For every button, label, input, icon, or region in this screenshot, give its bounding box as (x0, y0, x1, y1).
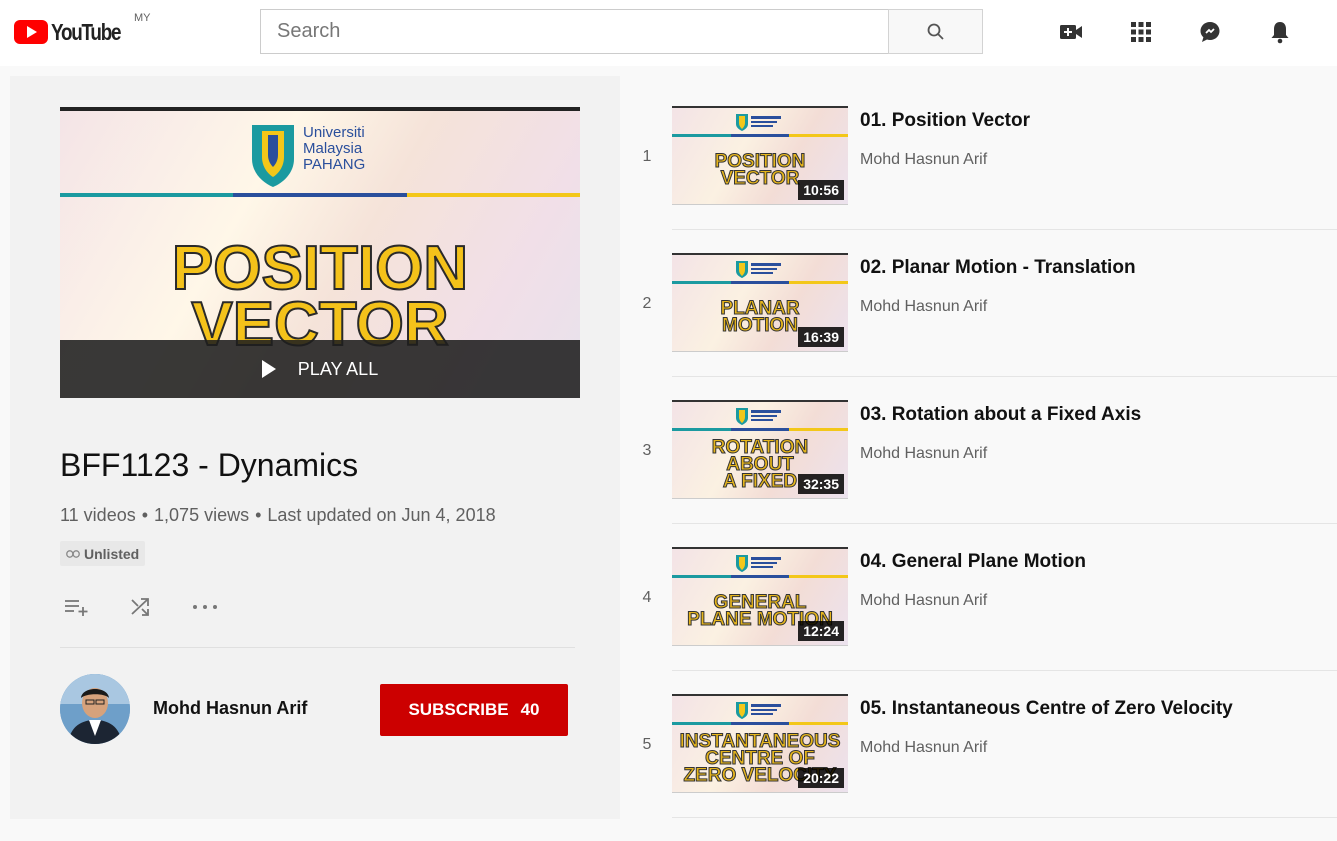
country-code: MY (134, 12, 151, 24)
video-title[interactable]: 02. Planar Motion - Translation (860, 257, 1136, 279)
youtube-logo[interactable]: YouTube (14, 18, 135, 46)
university-name-line: Malaysia (303, 140, 363, 157)
university-name-line: Universiti (303, 124, 365, 141)
video-index: 3 (642, 442, 652, 459)
video-title[interactable]: 05. Instantaneous Centre of Zero Velocit… (860, 698, 1233, 720)
video-duration: 32:35 (798, 474, 844, 494)
subscribe-label: Subscribe (408, 700, 509, 719)
row-divider (672, 229, 1337, 230)
playlist-video-row[interactable]: 1 POSITION VECTOR 10:56 01. Position Vector M… (630, 106, 1337, 253)
owner-divider (60, 647, 575, 648)
video-thumbnail[interactable]: ROTATION ABOUT A FIXED 32:35 (672, 400, 848, 499)
video-channel-name[interactable]: Mohd Hasnun Arif (860, 739, 987, 757)
subscriber-count: 40 (520, 700, 540, 719)
notifications-bell-icon[interactable] (1266, 18, 1294, 46)
create-video-icon[interactable] (1057, 18, 1085, 46)
university-logo (736, 555, 781, 572)
thumbnail-color-band (672, 134, 848, 137)
video-duration: 16:39 (798, 327, 844, 347)
youtube-play-icon (14, 20, 48, 44)
university-logo (736, 408, 781, 425)
video-thumbnail[interactable]: POSITION VECTOR 10:56 (672, 106, 848, 205)
university-name: Universiti Malaysia PAHANG (303, 125, 365, 173)
video-thumbnail[interactable]: PLANAR MOTION 16:39 (672, 253, 848, 352)
playlist-title: BFF1123 - Dynamics (60, 447, 359, 483)
shuffle-icon[interactable] (124, 592, 158, 622)
video-index: 1 (642, 148, 652, 165)
playlist-hero-thumbnail[interactable]: Universiti Malaysia PAHANG POSITION VECT… (60, 107, 580, 398)
video-title[interactable]: 01. Position Vector (860, 110, 1030, 132)
video-duration: 12:24 (798, 621, 844, 641)
last-updated: Last updated on Jun 4, 2018 (267, 505, 496, 525)
row-divider (672, 817, 1337, 818)
video-thumbnail[interactable]: GENERAL PLANE MOTION 12:24 (672, 547, 848, 646)
university-logo (736, 114, 781, 131)
thumbnail-color-band (672, 428, 848, 431)
playlist-video-row[interactable]: 3 ROTATION ABOUT A FIXED 32:35 03. Rotation a… (630, 400, 1337, 547)
thumbnail-color-band (672, 722, 848, 725)
video-duration: 20:22 (798, 768, 844, 788)
playlist-video-row[interactable]: 4 GENERAL PLANE MOTION 12:24 04. General Pla… (630, 547, 1337, 694)
hero-color-band (60, 193, 580, 197)
video-duration: 10:56 (798, 180, 844, 200)
playlist-actions (60, 592, 222, 622)
link-icon (66, 549, 80, 558)
row-divider (672, 376, 1337, 377)
playlist-owner-name[interactable]: Mohd Hasnun Arif (153, 698, 307, 719)
logo-text: YouTube (51, 18, 122, 45)
subscribe-button[interactable]: Subscribe 40 (380, 684, 568, 736)
privacy-badge: Unlisted (60, 541, 146, 566)
video-thumbnail[interactable]: INSTANTANEOUS CENTRE OF ZERO VELOCITY 20:22 (672, 694, 848, 793)
play-all-button[interactable]: PLAY ALL (60, 340, 580, 398)
thumbnail-color-band (672, 281, 848, 284)
university-name-line: PAHANG (303, 156, 366, 173)
more-options-icon[interactable] (188, 592, 222, 622)
row-divider (672, 523, 1337, 524)
university-logo (736, 702, 781, 719)
add-to-queue-icon[interactable] (60, 592, 94, 622)
messages-icon[interactable] (1196, 18, 1224, 46)
privacy-label: Unlisted (84, 545, 140, 562)
video-index: 5 (642, 736, 652, 753)
video-channel-name[interactable]: Mohd Hasnun Arif (860, 298, 987, 316)
search-box (260, 9, 890, 54)
video-title[interactable]: 04. General Plane Motion (860, 551, 1086, 573)
video-channel-name[interactable]: Mohd Hasnun Arif (860, 445, 987, 463)
play-all-label: PLAY ALL (297, 358, 379, 379)
video-count: 11 videos (60, 505, 136, 525)
search-button[interactable] (888, 9, 983, 54)
thumbnail-color-band (672, 575, 848, 578)
playlist-stats: 11 videos • 1,075 views • Last updated on Ju… (60, 505, 496, 525)
avatar[interactable] (60, 674, 130, 744)
video-channel-name[interactable]: Mohd Hasnun Arif (860, 592, 987, 610)
row-divider (672, 670, 1337, 671)
video-index: 2 (642, 295, 652, 312)
search-icon (927, 23, 944, 40)
video-channel-name[interactable]: Mohd Hasnun Arif (860, 151, 987, 169)
university-logo (736, 261, 781, 278)
play-icon (261, 360, 276, 378)
apps-grid-icon[interactable] (1127, 18, 1155, 46)
search-input[interactable] (261, 10, 889, 53)
view-count: 1,075 views (154, 505, 250, 525)
top-bar: YouTube MY (0, 0, 1337, 66)
video-title[interactable]: 03. Rotation about a Fixed Axis (860, 404, 1141, 426)
playlist-video-row[interactable]: 2 PLANAR MOTION 16:39 02. Planar Motion - Tr… (630, 253, 1337, 400)
video-index: 4 (642, 589, 652, 606)
